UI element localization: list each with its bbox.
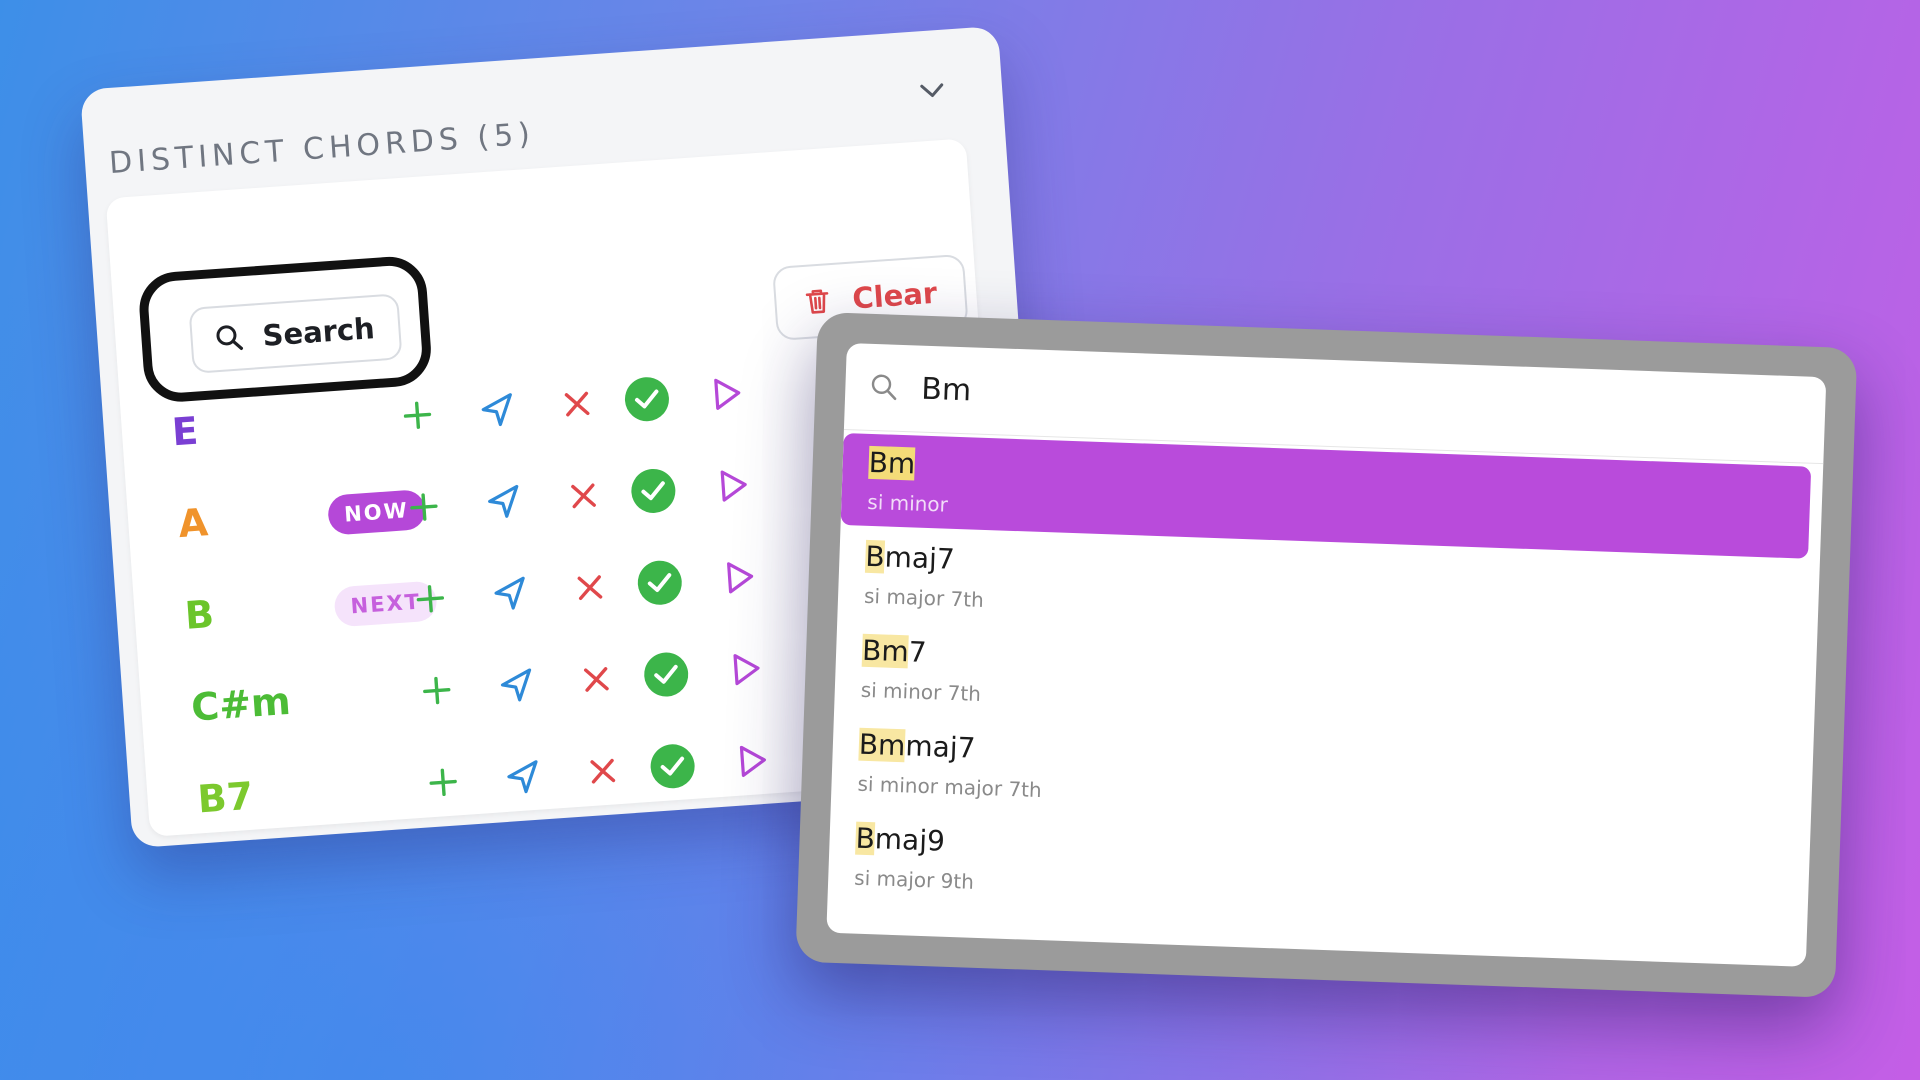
trash-icon bbox=[805, 289, 829, 314]
match-highlight: Bm bbox=[861, 633, 910, 669]
add-icon[interactable] bbox=[396, 479, 452, 535]
chord-result-name: Bm bbox=[868, 445, 916, 481]
chord-result-name: Bmmaj7 bbox=[858, 727, 976, 765]
match-highlight: Bm bbox=[858, 727, 906, 763]
match-highlight: Bm bbox=[868, 445, 916, 481]
play-icon[interactable] bbox=[699, 366, 755, 422]
palette-search-query: Bm bbox=[920, 371, 972, 408]
search-button-label: Search bbox=[261, 311, 376, 353]
send-icon[interactable] bbox=[489, 657, 545, 713]
chord-result-description: si major 9th bbox=[853, 865, 975, 894]
chord-result-suffix: 7 bbox=[908, 635, 928, 669]
chord-name[interactable]: C#m bbox=[190, 679, 292, 730]
send-icon[interactable] bbox=[495, 749, 551, 805]
send-icon[interactable] bbox=[476, 474, 532, 530]
check-icon[interactable] bbox=[638, 647, 694, 703]
chord-search-palette: Bm Bm si minor Bmaj7 si major 7th Bm7 si mino… bbox=[826, 343, 1827, 967]
chord-result-name: Bmaj7 bbox=[864, 539, 956, 576]
chord-name[interactable]: E bbox=[171, 409, 200, 455]
play-icon[interactable] bbox=[712, 549, 768, 605]
check-icon[interactable] bbox=[619, 371, 675, 427]
chord-search-modal: Bm Bm si minor Bmaj7 si major 7th Bm7 si mino… bbox=[795, 312, 1858, 998]
chord-result-name: Bm7 bbox=[861, 633, 928, 669]
check-icon[interactable] bbox=[632, 555, 688, 611]
match-highlight: B bbox=[864, 539, 886, 574]
chord-name[interactable]: B bbox=[183, 592, 215, 638]
chord-result-description: si minor major 7th bbox=[857, 771, 1043, 803]
chevron-down-icon[interactable] bbox=[913, 71, 951, 109]
add-icon[interactable] bbox=[409, 663, 465, 719]
chord-name[interactable]: A bbox=[177, 500, 209, 546]
search-icon bbox=[871, 374, 897, 401]
add-icon[interactable] bbox=[390, 387, 446, 443]
send-icon[interactable] bbox=[482, 565, 538, 621]
add-icon[interactable] bbox=[415, 755, 471, 811]
check-icon[interactable] bbox=[645, 739, 701, 795]
clear-button-label: Clear bbox=[851, 275, 939, 316]
chord-result-suffix: maj7 bbox=[904, 729, 976, 765]
panel-title: DISTINCT CHORDS (5) bbox=[107, 116, 536, 182]
remove-icon[interactable] bbox=[562, 560, 618, 616]
send-icon[interactable] bbox=[470, 382, 526, 438]
chord-result-description: si major 7th bbox=[863, 583, 985, 612]
chord-name[interactable]: B7 bbox=[196, 774, 254, 822]
play-icon[interactable] bbox=[718, 641, 774, 697]
chord-result-suffix: maj9 bbox=[874, 822, 946, 858]
play-icon[interactable] bbox=[705, 458, 761, 514]
chord-result-suffix: maj7 bbox=[884, 540, 956, 576]
check-icon[interactable] bbox=[626, 463, 682, 519]
search-icon bbox=[216, 325, 244, 350]
remove-icon[interactable] bbox=[575, 743, 631, 799]
chord-result-description: si minor bbox=[866, 489, 949, 517]
search-button[interactable]: Search bbox=[188, 293, 403, 374]
play-icon[interactable] bbox=[725, 733, 781, 789]
chord-result-description: si minor 7th bbox=[860, 677, 982, 706]
remove-icon[interactable] bbox=[549, 376, 605, 432]
remove-icon[interactable] bbox=[569, 652, 625, 708]
add-icon[interactable] bbox=[403, 571, 459, 627]
chord-result-name: Bmaj9 bbox=[855, 821, 946, 858]
remove-icon[interactable] bbox=[556, 468, 612, 524]
match-highlight: B bbox=[855, 821, 876, 856]
